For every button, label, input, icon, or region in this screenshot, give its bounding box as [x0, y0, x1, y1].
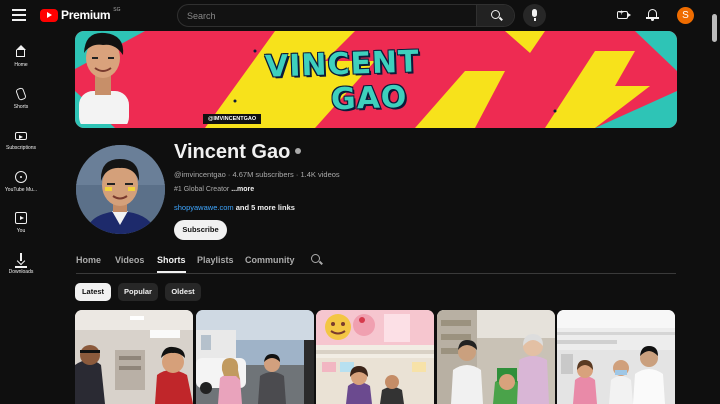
- video-count: 1.4K videos: [300, 170, 340, 179]
- sidebar-item-label: You: [16, 228, 26, 234]
- sidebar-item-shorts[interactable]: Shorts: [0, 82, 42, 118]
- more-links-link[interactable]: and 5 more links: [236, 203, 295, 212]
- sidebar-item-you[interactable]: You: [0, 206, 42, 242]
- channel-avatar[interactable]: [76, 145, 165, 234]
- account-avatar[interactable]: S: [677, 7, 694, 24]
- search-button[interactable]: [476, 5, 514, 26]
- sidebar-item-youtube-music[interactable]: YouTube Mu...: [0, 165, 42, 201]
- banner-title-line2: GAO: [330, 79, 408, 118]
- download-icon: [15, 253, 27, 265]
- sidebar-item-label: Shorts: [13, 104, 29, 110]
- short-thumbnail[interactable]: [316, 310, 434, 404]
- channel-handle: @imvincentgao: [174, 170, 226, 179]
- channel-links: shopyawawe.com and 5 more links: [174, 203, 295, 212]
- tab-home[interactable]: Home: [76, 255, 101, 273]
- create-button[interactable]: [617, 8, 631, 21]
- filter-chip-popular[interactable]: Popular: [118, 283, 158, 301]
- channel-meta: @imvincentgao · 4.67M subscribers · 1.4K…: [174, 170, 340, 179]
- short-thumbnail[interactable]: [557, 310, 675, 404]
- short-thumbnail[interactable]: [196, 310, 314, 404]
- youtube-premium-logo[interactable]: Premium SG: [40, 7, 121, 22]
- channel-banner: VINCENT GAO @IMVINCENTGAO: [75, 31, 677, 128]
- channel-name: Vincent Gao: [174, 141, 302, 164]
- subscriber-count: 4.67M subscribers: [232, 170, 294, 179]
- subscribe-button[interactable]: Subscribe: [174, 220, 227, 240]
- you-icon: [15, 212, 27, 224]
- tab-community[interactable]: Community: [245, 255, 295, 273]
- search-input[interactable]: [178, 5, 478, 26]
- sidebar-item-subscriptions[interactable]: Subscriptions: [0, 123, 42, 159]
- notifications-button[interactable]: [646, 8, 659, 22]
- banner-person-photo: [79, 32, 129, 124]
- search-bar: [177, 4, 515, 27]
- sidebar-item-downloads[interactable]: Downloads: [0, 247, 42, 283]
- subscriptions-icon: [15, 132, 27, 140]
- short-thumbnail[interactable]: [75, 310, 193, 404]
- banner-social-handle: @IMVINCENTGAO: [203, 114, 262, 124]
- hamburger-menu-icon[interactable]: [12, 9, 26, 21]
- microphone-icon: [532, 9, 537, 21]
- verified-badge-icon: [295, 147, 302, 154]
- filter-chip-oldest[interactable]: Oldest: [165, 283, 201, 301]
- filter-chip-latest[interactable]: Latest: [75, 283, 111, 301]
- top-bar: Premium SG S: [0, 0, 720, 32]
- sidebar-item-label: Downloads: [8, 269, 34, 275]
- sidebar-item-label: Home: [14, 62, 28, 68]
- shorts-icon: [15, 86, 27, 102]
- tab-playlists[interactable]: Playlists: [197, 255, 234, 273]
- youtube-music-icon: [15, 171, 27, 183]
- channel-external-link[interactable]: shopyawawe.com: [174, 203, 234, 212]
- video-camera-icon: [617, 8, 628, 19]
- youtube-logo-icon: [40, 8, 58, 22]
- description-more-link[interactable]: ...more: [231, 186, 254, 193]
- search-icon: [491, 10, 500, 19]
- tab-shorts[interactable]: Shorts: [157, 255, 186, 273]
- sidebar-item-label: YouTube Mu...: [4, 187, 38, 193]
- logo-text: Premium: [61, 8, 111, 22]
- scrollbar-thumb[interactable]: [712, 14, 717, 42]
- short-thumbnail[interactable]: [437, 310, 555, 404]
- channel-search-button[interactable]: [309, 253, 321, 265]
- tabs-divider: [76, 273, 676, 274]
- voice-search-button[interactable]: [523, 4, 546, 27]
- banner-title-line1: VINCENT: [264, 44, 421, 85]
- sidebar-item-home[interactable]: Home: [0, 40, 42, 76]
- region-code: SG: [113, 7, 121, 13]
- channel-description[interactable]: #1 Global Creator ...more: [174, 186, 254, 193]
- sidebar-item-label: Subscriptions: [5, 145, 36, 151]
- tab-videos[interactable]: Videos: [115, 255, 144, 273]
- home-icon: [16, 50, 25, 57]
- search-icon: [311, 254, 320, 263]
